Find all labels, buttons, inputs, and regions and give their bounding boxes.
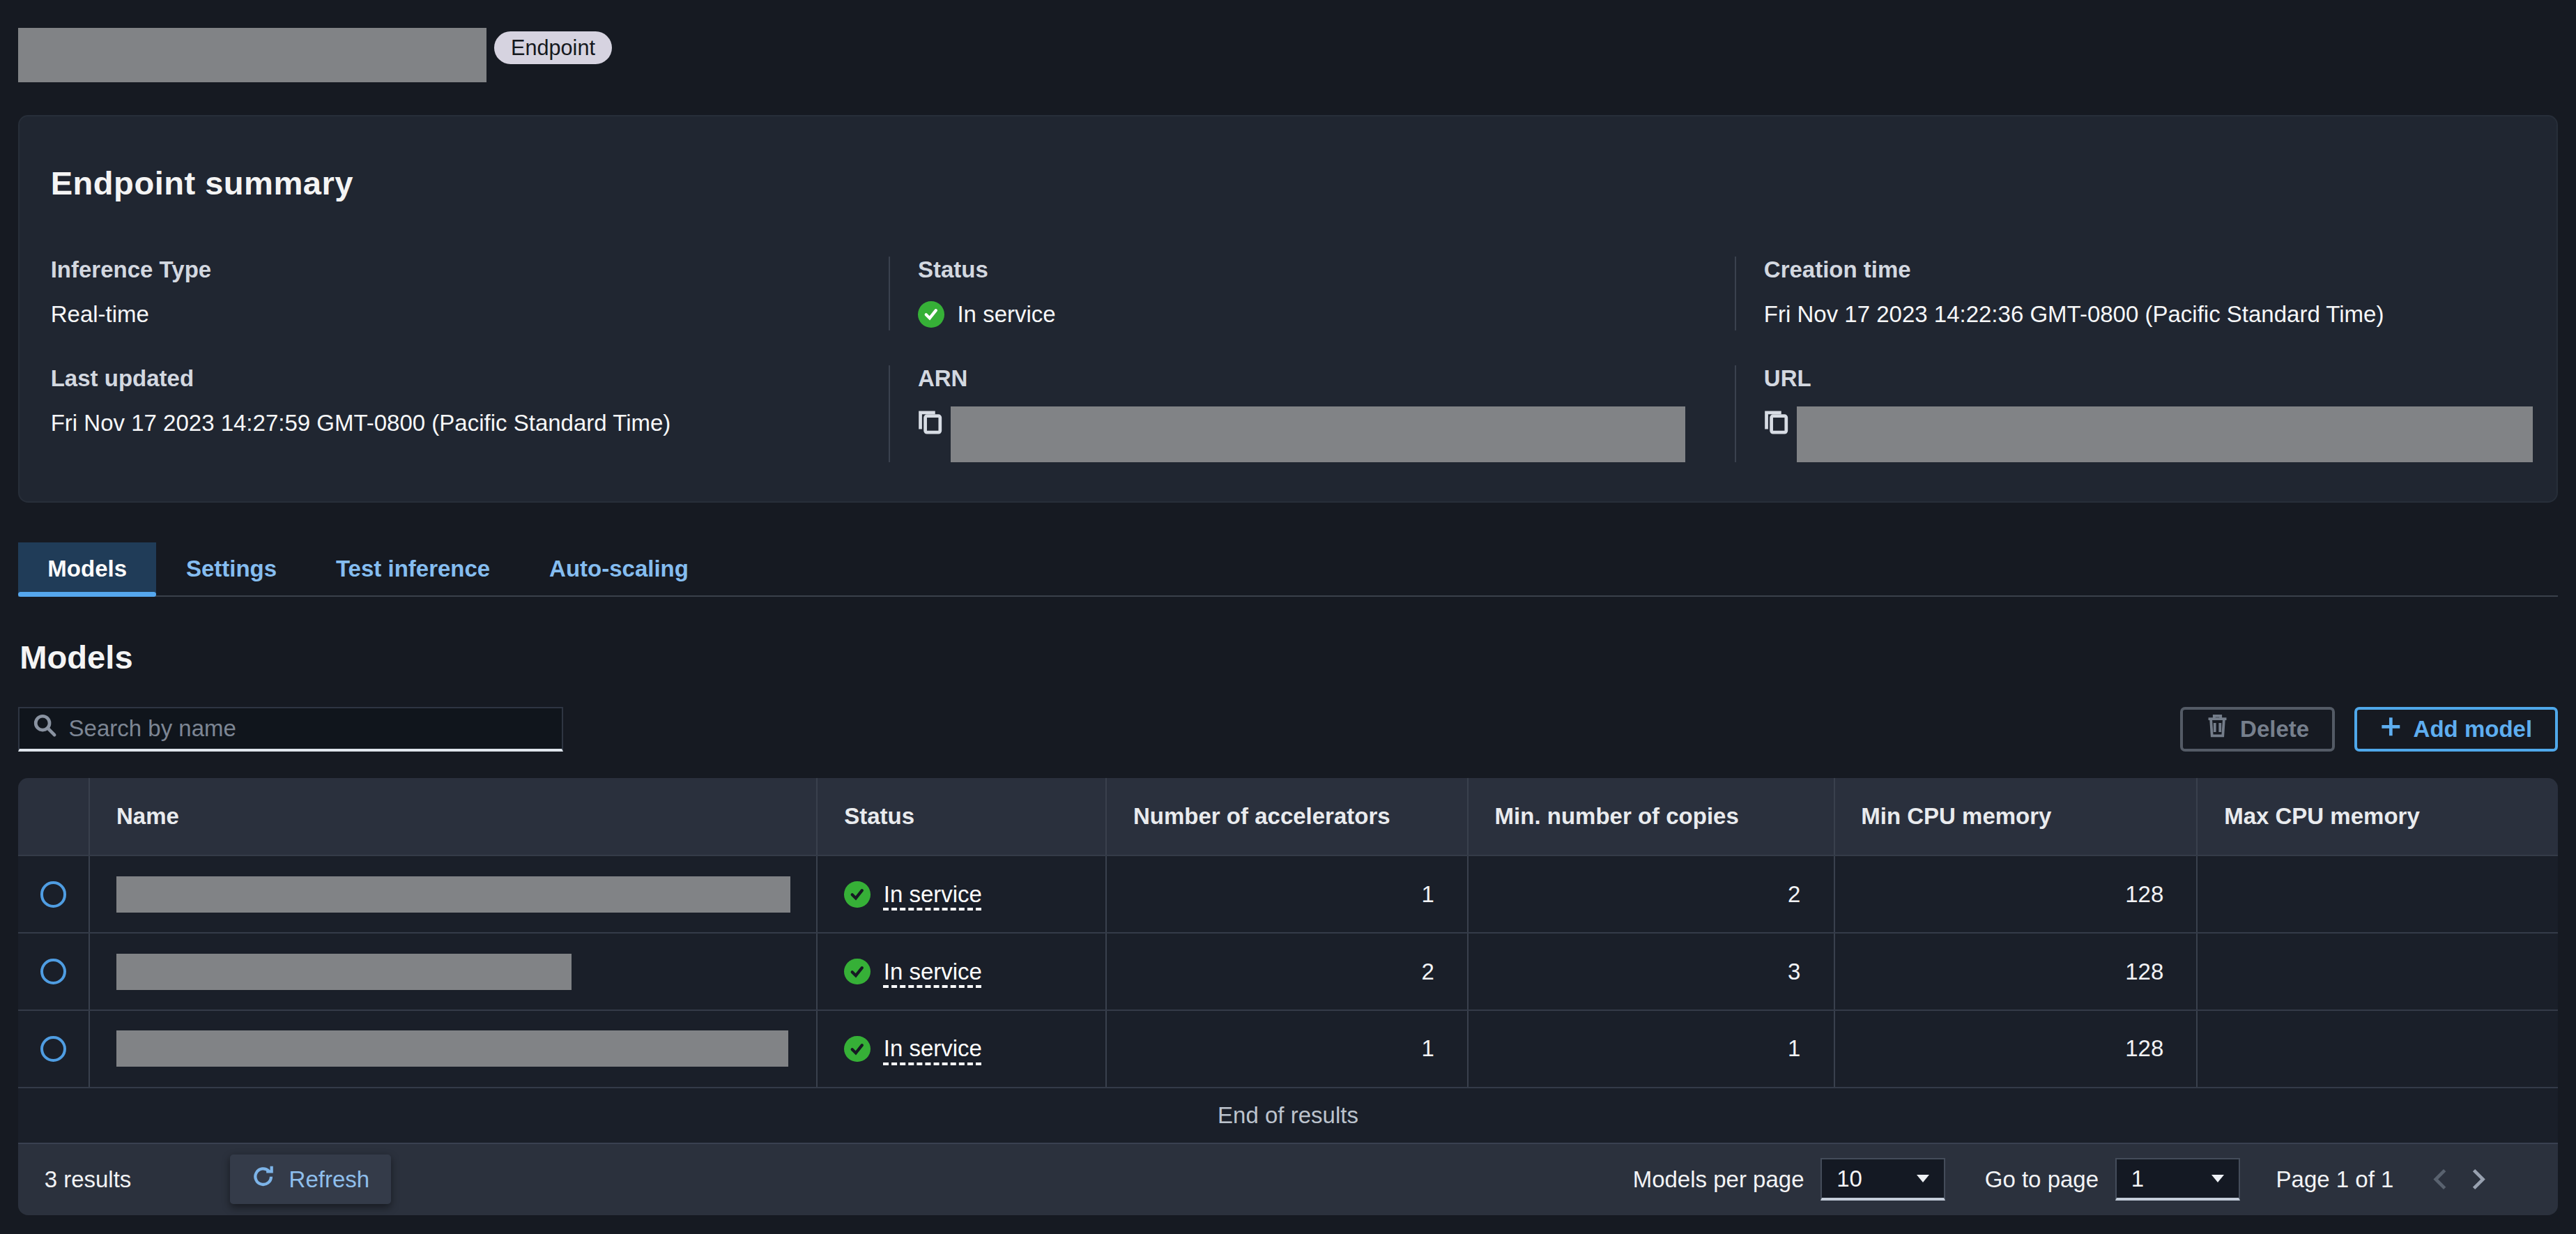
status-success-icon — [844, 881, 871, 908]
table-footer: 3 results Refresh Models per page 10 Go … — [18, 1143, 2558, 1215]
column-header-max-cpu: Max CPU memory — [2196, 778, 2558, 855]
add-model-button[interactable]: Add model — [2354, 707, 2558, 752]
trash-icon — [2206, 714, 2229, 744]
row-radio[interactable] — [40, 881, 67, 908]
model-name-redacted — [116, 1030, 788, 1067]
row-radio[interactable] — [40, 1036, 67, 1062]
end-of-results: End of results — [18, 1087, 2558, 1143]
tab-bar: Models Settings Test inference Auto-scal… — [18, 542, 2558, 597]
results-count: 3 results — [45, 1166, 132, 1193]
models-toolbar: Delete Add model — [18, 707, 2558, 752]
copy-icon[interactable] — [918, 409, 942, 443]
field-arn: ARN — [889, 365, 1735, 462]
goto-page-label: Go to page — [1985, 1166, 2099, 1193]
endpoint-summary-card: Endpoint summary Inference Type Real-tim… — [18, 115, 2558, 503]
column-header-min-cpu: Min CPU memory — [1834, 778, 2197, 855]
refresh-button[interactable]: Refresh — [230, 1155, 391, 1204]
field-last-updated: Last updated Fri Nov 17 2023 14:27:59 GM… — [51, 365, 889, 462]
models-table: Name Status Number of accelerators Min. … — [18, 778, 2558, 1215]
table-header: Name Status Number of accelerators Min. … — [18, 778, 2558, 855]
endpoint-badge: Endpoint — [494, 31, 611, 64]
row-status-link[interactable]: In service — [884, 959, 982, 985]
chevron-down-icon — [1917, 1175, 1929, 1182]
header-radio-column — [18, 778, 89, 855]
column-header-min-copies: Min. number of copies — [1467, 778, 1834, 855]
per-page-label: Models per page — [1633, 1166, 1804, 1193]
model-name-redacted — [116, 876, 790, 913]
tab-auto-scaling[interactable]: Auto-scaling — [520, 542, 719, 595]
endpoint-summary-title: Endpoint summary — [51, 164, 2526, 202]
per-page-select[interactable]: 10 — [1820, 1158, 1945, 1201]
status-text: In service — [957, 298, 1055, 330]
table-row: In service 2 3 128 — [18, 932, 2558, 1010]
column-header-name: Name — [89, 778, 816, 855]
column-header-status: Status — [816, 778, 1105, 855]
table-row: In service 1 2 128 — [18, 855, 2558, 932]
summary-grid: Inference Type Real-time Status In servi… — [51, 257, 2526, 462]
next-page-button[interactable] — [2460, 1160, 2499, 1200]
arn-redacted — [951, 406, 1685, 462]
row-status-link[interactable]: In service — [884, 881, 982, 908]
pagination: Models per page 10 Go to page 1 Page 1 o… — [1633, 1158, 2499, 1201]
field-status: Status In service — [889, 257, 1735, 330]
copy-icon[interactable] — [1764, 409, 1788, 443]
model-name-redacted — [116, 954, 572, 990]
row-status-link[interactable]: In service — [884, 1035, 982, 1062]
models-section-title: Models — [20, 638, 2576, 676]
plus-icon — [2380, 716, 2402, 743]
status-success-icon — [844, 1036, 871, 1062]
search-input[interactable] — [69, 715, 549, 742]
column-header-accelerators: Number of accelerators — [1105, 778, 1467, 855]
status-success-icon — [918, 301, 944, 328]
delete-button[interactable]: Delete — [2180, 707, 2336, 752]
goto-page-select[interactable]: 1 — [2115, 1158, 2240, 1201]
page-header: Endpoint — [0, 0, 2576, 115]
page-info: Page 1 of 1 — [2276, 1166, 2394, 1193]
tab-models[interactable]: Models — [18, 542, 157, 595]
field-inference-type: Inference Type Real-time — [51, 257, 889, 330]
field-url: URL — [1735, 365, 2533, 462]
search-box[interactable] — [18, 707, 564, 752]
tab-settings[interactable]: Settings — [156, 542, 306, 595]
search-icon — [33, 713, 57, 744]
previous-page-button[interactable] — [2420, 1160, 2460, 1200]
url-redacted — [1797, 406, 2533, 462]
refresh-icon — [251, 1164, 275, 1194]
row-radio[interactable] — [40, 959, 67, 985]
endpoint-name-redacted — [18, 28, 486, 82]
field-creation-time: Creation time Fri Nov 17 2023 14:22:36 G… — [1735, 257, 2533, 330]
chevron-down-icon — [2211, 1175, 2224, 1182]
status-success-icon — [844, 959, 871, 985]
tab-test-inference[interactable]: Test inference — [306, 542, 519, 595]
table-row: In service 1 1 128 — [18, 1010, 2558, 1087]
page: Endpoint Endpoint summary Inference Type… — [0, 0, 2576, 1234]
